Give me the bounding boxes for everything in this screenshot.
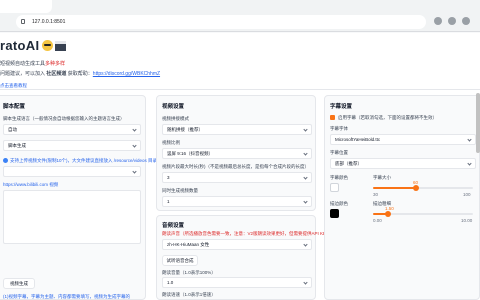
- panel-title: 视频设置: [162, 104, 185, 110]
- address-bar[interactable]: 127.0.0.1:8501: [16, 15, 426, 29]
- chevron-down-icon: [467, 137, 472, 142]
- color-label: 字幕颜色: [330, 175, 348, 180]
- clip-label: 视频片段最大时长(秒)（不是视频最后总长度，是指每个合成片段的长度）: [162, 164, 309, 169]
- panel-title: 字幕设置: [330, 104, 353, 110]
- video-settings-panel: 视频设置 视频拼接模式 随机拼接（推荐） 视频比例 竖屏 9:16（抖音视频） …: [156, 95, 316, 211]
- chevron-down-icon: [303, 242, 308, 247]
- footer-note: (1)视频字幕，字幕为主题、内容都需要填写，视频为生成字幕的: [3, 294, 130, 299]
- script-settings-panel: 脚本配置 脚本生成语言（一般情况会自动根据您输入的主题语言生成） 自动 脚本生成…: [0, 95, 157, 300]
- chevron-down-icon: [303, 127, 308, 132]
- position-select[interactable]: 底部（推荐）: [330, 158, 476, 169]
- divider: [0, 89, 480, 90]
- discord-link[interactable]: https://discord.gg/WBKChhmZ: [93, 71, 160, 77]
- size-slider[interactable]: [373, 185, 473, 191]
- position-label: 字幕位置: [330, 150, 348, 155]
- app-title: ratoAI: [0, 38, 67, 53]
- video-link[interactable]: https://www.bilibili.com 视频: [3, 182, 58, 188]
- audio-settings-panel: 音频设置 朗读声音（所选播放音色需要一致，注意：V2版朗读效果更好，但需要提供A…: [156, 215, 334, 300]
- clip-select[interactable]: 3: [162, 172, 312, 183]
- mode-select[interactable]: 脚本生成: [3, 140, 141, 151]
- chevron-down-icon: [303, 175, 308, 180]
- upload-hint: 支持上传视频文件(限制10个)，大文件建议直接放入 /resource/vide…: [3, 158, 157, 164]
- volume-label: 朗读音量（1.0表示100%）: [162, 270, 216, 275]
- ratio-select[interactable]: 竖屏 9:16（抖音视频）: [162, 148, 312, 159]
- page-scrollbar[interactable]: [476, 93, 480, 153]
- font-select[interactable]: MicrosoftYaHeiBold.ttc: [330, 134, 476, 145]
- checkbox-checked-icon: [330, 115, 335, 120]
- generate-button[interactable]: 视频生成: [3, 278, 35, 289]
- subtitle-settings-panel: 字幕设置 启用字幕（若取消勾选，下面的设置都将不生效） 字幕字体 Microso…: [324, 95, 480, 300]
- language-select[interactable]: 自动: [3, 124, 141, 135]
- sunglasses-emoji-icon: [42, 40, 54, 51]
- panel-title: 音频设置: [162, 223, 185, 229]
- app-subtitle: 短视频自动生成工具多种多样: [0, 61, 66, 67]
- address-url: 127.0.0.1:8501: [32, 19, 66, 25]
- source-select[interactable]: [3, 166, 141, 177]
- stroke-min: 0.00: [373, 218, 382, 223]
- menu-icon[interactable]: [462, 17, 470, 25]
- stroke-max: 10.00: [461, 218, 473, 223]
- stroke-color-picker[interactable]: [330, 209, 339, 218]
- concat-select[interactable]: 随机拼接（推荐）: [162, 124, 312, 135]
- concat-label: 视频拼接模式: [162, 116, 189, 121]
- language-label: 脚本生成语言（一般情况会自动根据您输入的主题语言生成）: [3, 116, 125, 121]
- chevron-down-icon: [132, 143, 137, 148]
- chevron-down-icon: [303, 199, 308, 204]
- voice-label: 朗读声音（所选播放音色需要一致，注意：V2版朗读效果更好，但需要提供API KE…: [162, 231, 334, 236]
- chevron-down-icon: [132, 127, 137, 132]
- chevron-down-icon: [303, 280, 308, 285]
- font-label: 字幕字体: [330, 126, 348, 131]
- panel-title: 脚本配置: [3, 104, 26, 110]
- browser-tab[interactable]: [0, 0, 52, 13]
- clapper-icon: [55, 41, 67, 51]
- size-max: 100: [463, 192, 471, 197]
- font-color-picker[interactable]: [330, 183, 339, 192]
- extension-icon[interactable]: [434, 17, 442, 25]
- volume-select[interactable]: 1.0: [162, 277, 312, 288]
- script-textarea[interactable]: [3, 190, 141, 244]
- rate-label: 朗读语速（1.0表示1倍速）: [162, 292, 216, 297]
- enable-subtitle-checkbox[interactable]: 启用字幕（若取消勾选，下面的设置都将不生效）: [330, 115, 437, 121]
- info-icon[interactable]: [21, 19, 25, 24]
- size-slider-thumb[interactable]: [413, 185, 419, 191]
- preview-voice-button[interactable]: 试听语音合成: [162, 255, 198, 266]
- stroke-color-label: 描边颜色: [330, 201, 348, 206]
- stroke-slider-thumb[interactable]: [385, 211, 391, 217]
- profile-icon[interactable]: [448, 17, 456, 25]
- chevron-down-icon: [303, 151, 308, 156]
- count-label: 同时生成视频数量: [162, 188, 198, 193]
- size-label: 字幕大小: [373, 175, 391, 180]
- size-min: 30: [373, 192, 379, 197]
- stroke-width-slider[interactable]: [373, 211, 473, 217]
- info-dot-icon: [3, 158, 8, 163]
- voice-select[interactable]: zh-HK-HiuMaan 女性: [162, 239, 312, 250]
- size-slider-fill: [373, 187, 416, 189]
- count-select[interactable]: 1: [162, 196, 312, 207]
- chevron-down-icon: [132, 169, 137, 174]
- ratio-label: 视频比例: [162, 140, 180, 145]
- browser-chrome: 127.0.0.1:8501: [0, 0, 480, 32]
- app-page: ratoAI 短视频自动生成工具多种多样 问题建议，可以加入 社区频道 获取帮助…: [0, 33, 480, 300]
- help-line: 问题建议，可以加入 社区频道 获取帮助：https://discord.gg/W…: [0, 71, 161, 77]
- chevron-down-icon: [467, 161, 472, 166]
